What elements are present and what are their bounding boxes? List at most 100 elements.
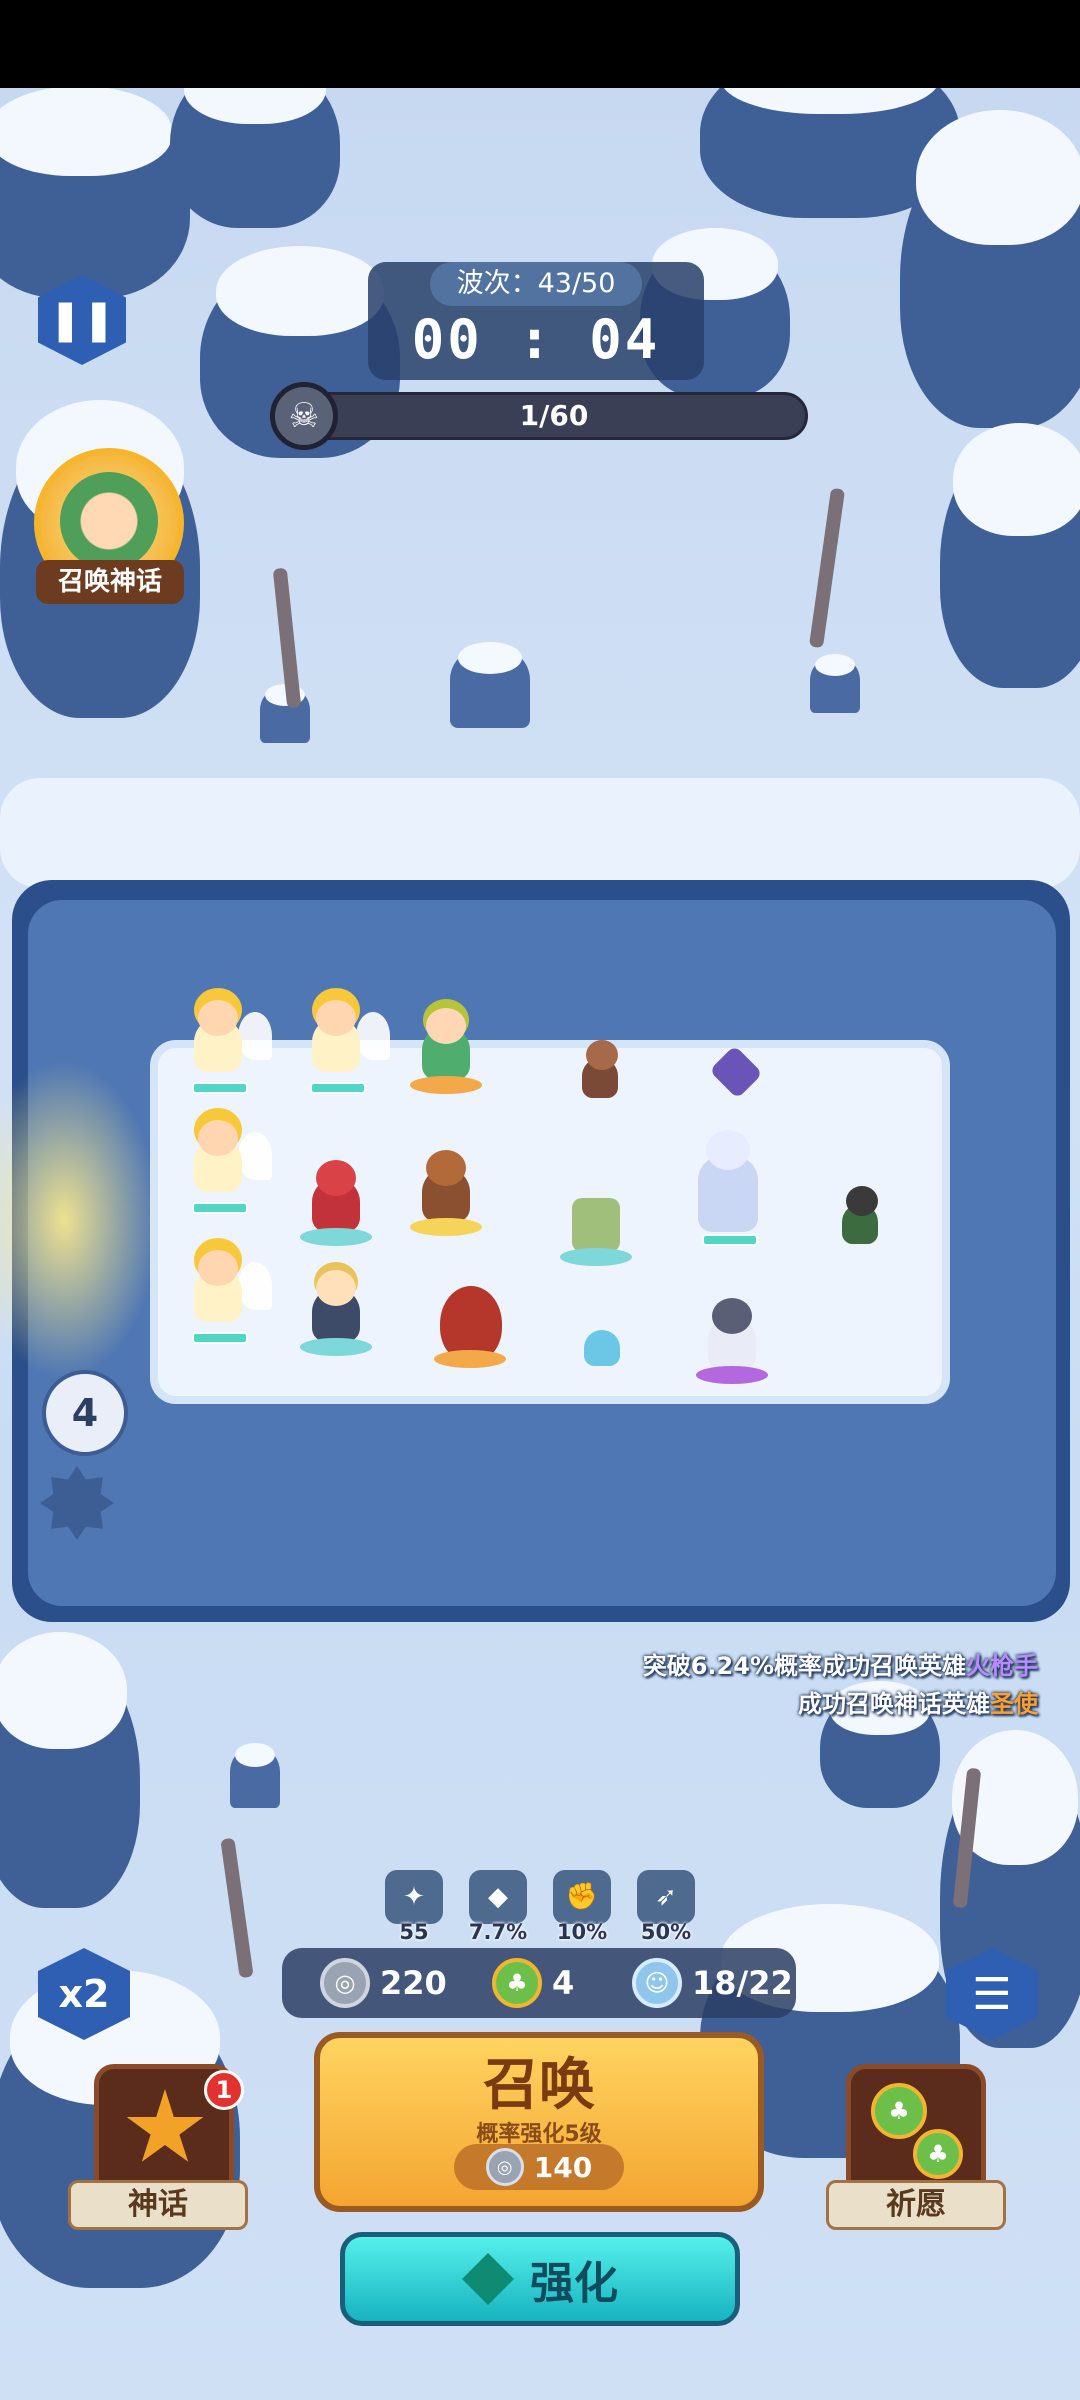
menu-icon: ☰: [972, 1968, 1012, 2020]
snow-tree: [940, 423, 1080, 688]
buff-attack[interactable]: ✦ 55: [384, 1870, 444, 1944]
myth-notification-badge: 1: [204, 2070, 244, 2110]
hero-slime[interactable]: [572, 1312, 632, 1372]
summon-cost: ◎ 140: [454, 2144, 624, 2190]
upgrade-arrow-icon: [462, 2253, 514, 2305]
unit-head: [316, 1270, 356, 1306]
bare-tree: [808, 487, 846, 649]
hero-crystal[interactable]: [700, 1045, 763, 1114]
snow-rock: [260, 683, 310, 743]
unit-head: [426, 1008, 466, 1044]
power-buff-icon: ✊: [553, 1870, 611, 1924]
snow-tree: [0, 88, 190, 298]
snow-rock: [810, 653, 860, 713]
unit-ring: [696, 1366, 768, 1384]
silver-amount: 220: [380, 1964, 447, 2002]
pause-icon: ❚❚: [48, 297, 116, 343]
summon-message-text: 成功召唤神话英雄: [798, 1690, 990, 1718]
unit-ring: [300, 1338, 372, 1356]
unit-ring: [410, 1076, 482, 1094]
summon-cost-value: 140: [533, 2150, 593, 2184]
hero-gunner[interactable]: [300, 1270, 372, 1356]
unit-head: [712, 1298, 752, 1334]
clover-resource: ♣ 4: [492, 1954, 574, 2012]
wave-label: 波次：43/50: [430, 262, 642, 306]
buff-value: 10%: [556, 1920, 608, 1944]
unit-head: [426, 1150, 466, 1186]
myth-hero-portrait: [60, 472, 158, 570]
bare-tree: [220, 1837, 254, 1979]
clover-coin-icon: ♣: [871, 2083, 927, 2139]
buff-crit[interactable]: ◆ 7.7%: [468, 1870, 528, 1944]
unit-head: [198, 1250, 238, 1286]
enhance-label: 强化: [530, 2258, 618, 2309]
hero-angel[interactable]: [182, 1000, 272, 1094]
snow-bank: [0, 778, 1080, 888]
unit-hp-bar: [192, 1332, 248, 1344]
hero-ice-queen[interactable]: [680, 1120, 776, 1248]
wave-count-bubble: 4: [42, 1370, 128, 1456]
unit-hp-bar: [702, 1234, 758, 1246]
wave-timer: 00 : 04: [411, 308, 661, 371]
hero-medusa[interactable]: [410, 1008, 482, 1094]
population-resource: ☺ 18/22: [632, 1954, 793, 2012]
enhance-button[interactable]: 强化: [340, 2232, 740, 2326]
summon-glow-effect: [0, 1060, 160, 1380]
pray-label: 祈愿: [826, 2180, 1006, 2230]
snow-rock: [450, 641, 530, 728]
unit-ring: [300, 1228, 372, 1246]
summon-message-hero: 火枪手: [966, 1652, 1038, 1680]
unit-head: [846, 1186, 878, 1216]
hero-ranger[interactable]: [830, 1186, 890, 1270]
summon-title: 召唤: [483, 2053, 595, 2118]
unit-hp-bar: [310, 1082, 366, 1094]
population-amount: 18/22: [692, 1964, 793, 2002]
clover-coin-icon: ♣: [492, 1958, 542, 2008]
clover-amount: 4: [552, 1964, 575, 2002]
unit-hp-bar: [192, 1082, 248, 1094]
kill-progress-text: 1/60: [519, 399, 589, 432]
hero-minotaur[interactable]: [410, 1150, 482, 1236]
speed-buff-icon: ➶: [637, 1870, 695, 1924]
unit-head: [316, 1160, 356, 1196]
snow-rock: [230, 1743, 280, 1808]
snow-tree: [0, 1632, 140, 1908]
hero-monkey[interactable]: [570, 1040, 630, 1124]
clover-coin-icon: ♣: [913, 2129, 963, 2179]
unit-head: [316, 1000, 356, 1036]
summon-message-hero: 圣使: [990, 1690, 1038, 1718]
unit-ring: [560, 1248, 632, 1266]
wing: [238, 1012, 272, 1060]
buff-value: 50%: [640, 1920, 692, 1944]
hero-yeti[interactable]: [696, 1298, 768, 1384]
silver-coin-icon: ◎: [485, 2148, 524, 2186]
silver-coin-icon: ◎: [320, 1958, 370, 2008]
unit-ring: [434, 1350, 506, 1368]
hero-angel[interactable]: [182, 1250, 272, 1344]
unit-body: [572, 1198, 620, 1252]
snow-tree: [170, 88, 340, 228]
hero-hammer[interactable]: [560, 1180, 632, 1266]
snow-tree: [900, 110, 1080, 428]
population-icon: ☺: [632, 1958, 682, 2008]
unit-hp-bar: [192, 1202, 248, 1214]
unit-ring: [410, 1218, 482, 1236]
unit-head: [706, 1130, 750, 1170]
silver-resource: ◎ 220: [320, 1954, 447, 2012]
summon-message-text: 突破6.24%概率成功召唤英雄: [642, 1652, 966, 1680]
hero-angel[interactable]: [300, 1000, 390, 1094]
crit-buff-icon: ◆: [469, 1870, 527, 1924]
buff-power[interactable]: ✊ 10%: [552, 1870, 612, 1944]
unit-head: [586, 1040, 618, 1070]
hero-angel[interactable]: [182, 1120, 272, 1214]
dragon-egg[interactable]: [434, 1282, 506, 1368]
hero-demon[interactable]: [300, 1160, 372, 1246]
buff-speed[interactable]: ➶ 50%: [636, 1870, 696, 1944]
attack-buff-icon: ✦: [385, 1870, 443, 1924]
wing: [238, 1262, 272, 1310]
wing: [356, 1012, 390, 1060]
unit-head: [709, 1045, 763, 1099]
wing: [238, 1132, 272, 1180]
summon-myth-label: 召唤神话: [36, 560, 184, 604]
unit-body: [584, 1330, 620, 1366]
